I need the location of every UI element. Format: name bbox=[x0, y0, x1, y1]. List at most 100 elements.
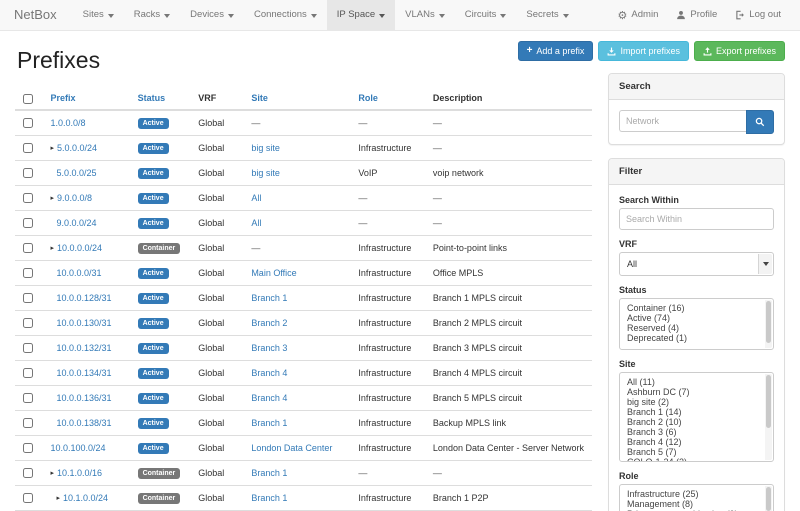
listbox-option[interactable]: All (11) bbox=[627, 377, 761, 387]
site-link[interactable]: London Data Center bbox=[251, 443, 332, 453]
nav-item-racks[interactable]: Racks bbox=[124, 0, 180, 30]
column-header-role[interactable]: Role bbox=[358, 93, 378, 103]
nav-item-secrets[interactable]: Secrets bbox=[516, 0, 578, 30]
nav-item-connections[interactable]: Connections bbox=[244, 0, 327, 30]
listbox-option[interactable]: big site (2) bbox=[627, 397, 761, 407]
listbox-option[interactable]: Reserved (4) bbox=[627, 323, 761, 333]
prefix-link[interactable]: 10.0.0.0/31 bbox=[56, 268, 101, 278]
listbox-option[interactable]: Deprecated (1) bbox=[627, 333, 761, 343]
prefix-link[interactable]: 10.0.0.132/31 bbox=[56, 343, 111, 353]
nav-item-sites[interactable]: Sites bbox=[73, 0, 124, 30]
listbox-option[interactable]: Branch 4 (12) bbox=[627, 437, 761, 447]
scrollbar[interactable] bbox=[765, 486, 772, 511]
site-link[interactable]: Branch 1 bbox=[251, 468, 287, 478]
prefix-link[interactable]: 10.1.0.0/24 bbox=[63, 493, 108, 503]
row-checkbox[interactable] bbox=[23, 193, 33, 203]
profile-link[interactable]: Profile bbox=[667, 0, 726, 30]
prefix-link[interactable]: 9.0.0.0/24 bbox=[56, 218, 96, 228]
scrollbar-thumb[interactable] bbox=[766, 487, 771, 511]
prefix-link[interactable]: 10.0.0.134/31 bbox=[56, 368, 111, 378]
role-listbox[interactable]: Infrastructure (25)Management (8)Private… bbox=[619, 484, 774, 511]
site-link[interactable]: big site bbox=[251, 143, 280, 153]
export-prefixes-button[interactable]: Export prefixes bbox=[694, 41, 785, 61]
column-header-prefix[interactable]: Prefix bbox=[50, 93, 75, 103]
site-link[interactable]: big site bbox=[251, 168, 280, 178]
prefix-link[interactable]: 10.0.0.128/31 bbox=[56, 293, 111, 303]
column-header-status[interactable]: Status bbox=[138, 93, 166, 103]
add-prefix-button[interactable]: + Add a prefix bbox=[518, 41, 594, 61]
listbox-option[interactable]: Container (16) bbox=[627, 303, 761, 313]
search-button[interactable] bbox=[746, 110, 774, 134]
row-checkbox[interactable] bbox=[23, 493, 33, 503]
search-within-input[interactable] bbox=[619, 208, 774, 230]
listbox-option[interactable]: Ashburn DC (7) bbox=[627, 387, 761, 397]
listbox-option[interactable]: Branch 3 (6) bbox=[627, 427, 761, 437]
select-dropdown-strip[interactable] bbox=[758, 254, 772, 274]
prefix-link[interactable]: 1.0.0.0/8 bbox=[50, 118, 85, 128]
row-checkbox[interactable] bbox=[23, 343, 33, 353]
scrollbar[interactable] bbox=[765, 374, 772, 460]
row-checkbox[interactable] bbox=[23, 293, 33, 303]
site-link[interactable]: Main Office bbox=[251, 268, 296, 278]
row-checkbox[interactable] bbox=[23, 318, 33, 328]
table-row: 10.0.0.134/31ActiveGlobalBranch 4Infrast… bbox=[15, 360, 592, 385]
site-link[interactable]: All bbox=[251, 193, 261, 203]
status-listbox[interactable]: Container (16)Active (74)Reserved (4)Dep… bbox=[619, 298, 774, 350]
row-checkbox[interactable] bbox=[23, 268, 33, 278]
listbox-option[interactable]: Branch 1 (14) bbox=[627, 407, 761, 417]
prefix-link[interactable]: 10.0.100.0/24 bbox=[50, 443, 105, 453]
listbox-option[interactable]: Branch 5 (7) bbox=[627, 447, 761, 457]
prefix-link[interactable]: 10.0.0.0/24 bbox=[57, 243, 102, 253]
row-checkbox[interactable] bbox=[23, 118, 33, 128]
prefix-link[interactable]: 10.0.0.130/31 bbox=[56, 318, 111, 328]
listbox-option[interactable]: Active (74) bbox=[627, 313, 761, 323]
site-link[interactable]: Branch 1 bbox=[251, 293, 287, 303]
row-checkbox[interactable] bbox=[23, 443, 33, 453]
row-checkbox[interactable] bbox=[23, 468, 33, 478]
site-link[interactable]: Branch 4 bbox=[251, 393, 287, 403]
logout-link[interactable]: Log out bbox=[726, 0, 790, 30]
scrollbar-thumb[interactable] bbox=[766, 301, 771, 343]
nav-item-vlans[interactable]: VLANs bbox=[395, 0, 455, 30]
scrollbar-thumb[interactable] bbox=[766, 375, 771, 428]
listbox-option[interactable]: Infrastructure (25) bbox=[627, 489, 761, 499]
brand-logo[interactable]: NetBox bbox=[10, 0, 67, 30]
row-checkbox[interactable] bbox=[23, 393, 33, 403]
prefix-link[interactable]: 9.0.0.0/8 bbox=[57, 193, 92, 203]
row-checkbox[interactable] bbox=[23, 168, 33, 178]
listbox-option[interactable]: Branch 2 (10) bbox=[627, 417, 761, 427]
vrf-label: VRF bbox=[619, 239, 774, 249]
prefix-link[interactable]: 10.0.0.138/31 bbox=[56, 418, 111, 428]
select-all-checkbox[interactable] bbox=[23, 94, 33, 104]
nav-item-circuits[interactable]: Circuits bbox=[455, 0, 517, 30]
site-link[interactable]: All bbox=[251, 218, 261, 228]
prefix-link[interactable]: 10.0.0.136/31 bbox=[56, 393, 111, 403]
role-cell: Infrastructure bbox=[350, 435, 425, 460]
admin-link[interactable]: ⚙ Admin bbox=[609, 0, 668, 30]
listbox-option[interactable]: Management (8) bbox=[627, 499, 761, 509]
column-header-description: Description bbox=[425, 88, 592, 110]
row-checkbox[interactable] bbox=[23, 368, 33, 378]
row-checkbox[interactable] bbox=[23, 218, 33, 228]
vrf-select[interactable]: All bbox=[619, 252, 774, 276]
site-link[interactable]: Branch 2 bbox=[251, 318, 287, 328]
scrollbar[interactable] bbox=[765, 300, 772, 348]
prefix-link[interactable]: 5.0.0.0/25 bbox=[56, 168, 96, 178]
row-checkbox[interactable] bbox=[23, 143, 33, 153]
site-link[interactable]: Branch 1 bbox=[251, 418, 287, 428]
site-link[interactable]: Branch 4 bbox=[251, 368, 287, 378]
table-row: 10.0.100.0/24ActiveGlobalLondon Data Cen… bbox=[15, 435, 592, 460]
prefix-link[interactable]: 5.0.0.0/24 bbox=[57, 143, 97, 153]
import-prefixes-button[interactable]: Import prefixes bbox=[598, 41, 689, 61]
site-link[interactable]: Branch 1 bbox=[251, 493, 287, 503]
search-input[interactable] bbox=[619, 110, 746, 132]
site-listbox[interactable]: All (11)Ashburn DC (7)big site (2)Branch… bbox=[619, 372, 774, 462]
nav-item-devices[interactable]: Devices bbox=[180, 0, 244, 30]
row-checkbox[interactable] bbox=[23, 418, 33, 428]
nav-item-ip-space[interactable]: IP Space bbox=[327, 0, 395, 30]
site-link[interactable]: Branch 3 bbox=[251, 343, 287, 353]
prefix-link[interactable]: 10.1.0.0/16 bbox=[57, 468, 102, 478]
row-checkbox[interactable] bbox=[23, 243, 33, 253]
column-header-site[interactable]: Site bbox=[251, 93, 268, 103]
listbox-option[interactable]: COLO-1-24 (2) bbox=[627, 457, 761, 462]
